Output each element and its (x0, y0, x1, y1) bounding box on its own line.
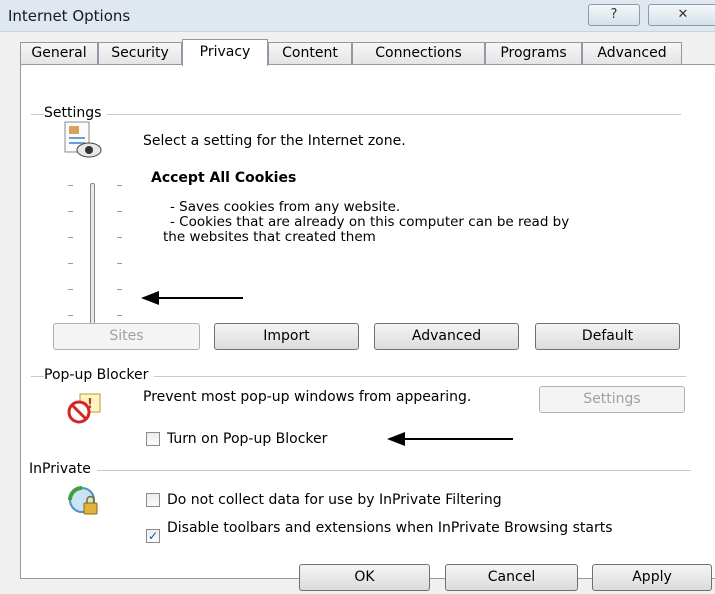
popup-blocker-label: Turn on Pop-up Blocker (167, 431, 328, 447)
privacy-level-title: Accept All Cookies (151, 170, 297, 186)
inprivate-filtering-row[interactable]: Do not collect data for use by InPrivate… (146, 492, 502, 508)
close-button[interactable]: ✕ (648, 4, 715, 26)
inprivate-icon (68, 486, 98, 515)
tab-connections[interactable]: Connections (352, 42, 485, 65)
inprivate-group-border (31, 470, 691, 471)
popup-description: Prevent most pop-up windows from appeari… (143, 389, 472, 405)
level-desc-line-1: - Saves cookies from any website. (170, 199, 401, 215)
dialog-body: General Security Privacy Content Connect… (0, 32, 715, 594)
disable-toolbars-label: Disable toolbars and extensions when InP… (167, 520, 613, 536)
inprivate-group-label: InPrivate (29, 461, 97, 477)
popup-blocker-row[interactable]: Turn on Pop-up Blocker (146, 431, 327, 447)
annotation-arrow-popup (403, 438, 513, 440)
privacy-level-description: - Saves cookies from any website. - Cook… (163, 199, 686, 245)
import-button[interactable]: Import (214, 323, 359, 350)
popup-blocker-checkbox[interactable] (146, 432, 160, 446)
annotation-arrow-slider (157, 297, 243, 299)
sites-button[interactable]: Sites (53, 323, 200, 350)
tab-programs[interactable]: Programs (485, 42, 582, 65)
settings-group-label: Settings (44, 105, 108, 121)
settings-group-border (31, 114, 681, 115)
disable-toolbars-checkbox[interactable]: ✓ (146, 529, 160, 543)
popup-group-label: Pop-up Blocker (44, 367, 155, 383)
advanced-button[interactable]: Advanced (374, 323, 519, 350)
level-desc-line-3: the websites that created them (163, 229, 376, 245)
ok-button[interactable]: OK (299, 564, 430, 591)
default-button[interactable]: Default (535, 323, 680, 350)
level-desc-line-2: - Cookies that are already on this compu… (170, 214, 570, 230)
privacy-panel: Settings Select a setting for the Intern… (20, 64, 715, 579)
tab-general[interactable]: General (20, 42, 98, 65)
tab-advanced[interactable]: Advanced (582, 42, 682, 65)
internet-zone-icon (64, 121, 102, 158)
popup-blocker-icon: ! (67, 393, 101, 424)
cancel-button[interactable]: Cancel (445, 564, 578, 591)
close-icon: ✕ (677, 7, 689, 22)
help-button[interactable]: ? (588, 4, 640, 26)
zone-prompt: Select a setting for the Internet zone. (143, 133, 406, 149)
tab-content[interactable]: Content (268, 42, 352, 65)
privacy-slider-track[interactable] (90, 183, 95, 335)
inprivate-filtering-checkbox[interactable] (146, 493, 160, 507)
window-title: Internet Options (8, 7, 131, 25)
popup-settings-button[interactable]: Settings (539, 386, 685, 413)
disable-toolbars-row[interactable]: ✓ Disable toolbars and extensions when I… (146, 520, 666, 543)
tab-strip: General Security Privacy Content Connect… (20, 39, 710, 66)
question-mark-icon: ? (610, 7, 618, 22)
inprivate-filtering-label: Do not collect data for use by InPrivate… (167, 492, 502, 508)
apply-button[interactable]: Apply (592, 564, 712, 591)
tab-privacy[interactable]: Privacy (182, 39, 268, 66)
tab-security[interactable]: Security (98, 42, 182, 65)
title-bar: Internet Options ? ✕ (0, 0, 715, 32)
checkmark-icon: ✓ (147, 529, 159, 543)
